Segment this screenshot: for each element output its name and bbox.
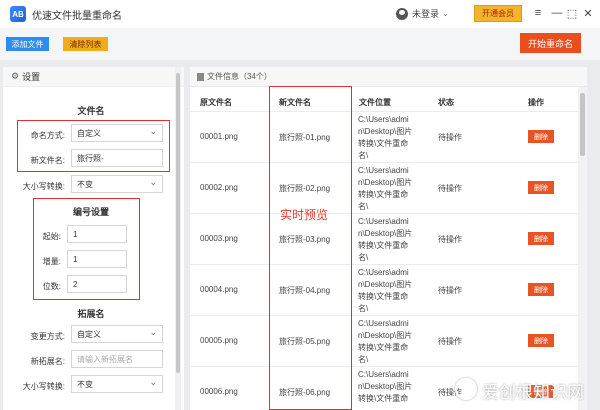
row-location-line: n\Desktop\图片 xyxy=(358,331,413,340)
row-status: 待操作 xyxy=(438,133,462,142)
filename-section-title: 文件名 xyxy=(77,106,105,116)
row-divider xyxy=(190,162,578,163)
row-location: C:\Users\admi n\Desktop\图片 转换\文件重命 名\ xyxy=(358,216,412,264)
row-location: C:\Users\admi n\Desktop\图片 转换\文件重命 名\ xyxy=(358,165,412,213)
file-panel: 文件信息（34个） 原文件名 新文件名 文件位置 状态 操作 00001.png… xyxy=(190,67,587,410)
row-location-line: n\Desktop\图片 xyxy=(358,229,413,238)
settings-panel: ⚙ 设置 文件名 命名方式: 自定义 新文件名: 旅行照- 大小写转换: 不变 … xyxy=(3,67,184,410)
close-icon[interactable]: ✕ xyxy=(580,5,596,21)
file-icon xyxy=(197,72,204,81)
settings-title: 设置 xyxy=(22,72,41,82)
watermark: 爱创根知识网 xyxy=(482,383,584,402)
row-location-line: n\Desktop\图片 xyxy=(358,127,413,136)
row-location-line: 名\ xyxy=(358,151,369,160)
ext-case-select[interactable]: 不变 xyxy=(71,375,163,393)
settings-scrollbar-thumb[interactable] xyxy=(176,73,180,373)
row-location-line: C:\Users\admi xyxy=(358,370,409,379)
row-original-name: 00003.png xyxy=(200,234,238,243)
ext-mode-select[interactable]: 自定义 xyxy=(71,325,163,343)
row-location-line: 转换\文件重命 xyxy=(358,394,409,403)
row-status: 待操作 xyxy=(438,286,462,295)
row-location: C:\Users\admi n\Desktop\图片 转换\文件重命 名\ xyxy=(358,114,412,162)
user-avatar-icon xyxy=(396,7,408,20)
row-location-line: 名\ xyxy=(358,202,369,211)
row-status: 待操作 xyxy=(438,184,462,193)
vip-button[interactable]: 开通会员 xyxy=(474,5,522,22)
login-status: 未登录 xyxy=(412,9,440,19)
col-original-name: 原文件名 xyxy=(200,98,232,107)
row-location-line: C:\Users\admi xyxy=(358,166,409,175)
toolbar: 添加文件 清除列表 开始重命名 xyxy=(0,28,600,60)
clear-list-button[interactable]: 清除列表 xyxy=(63,37,108,51)
preview-highlight-box xyxy=(269,86,352,410)
row-divider xyxy=(190,213,578,214)
row-location: C:\Users\admi n\Desktop\图片 转换\文件重命 名\ xyxy=(358,318,412,366)
row-divider xyxy=(190,264,578,265)
app-title: 优速文件批量重命名 xyxy=(32,10,122,22)
file-count: 文件信息（34个） xyxy=(207,72,272,81)
row-location-line: C:\Users\admi xyxy=(358,268,409,277)
new-ext-input[interactable]: 请输入新拓展名 xyxy=(71,350,163,368)
row-location-line: 转换\文件重命 xyxy=(358,139,409,148)
row-location-line: 转换\文件重命 xyxy=(358,292,409,301)
file-info-header: 文件信息（34个） xyxy=(190,67,587,87)
row-location-line: 转换\文件重命 xyxy=(358,241,409,250)
delete-button[interactable]: 删除 xyxy=(528,232,554,245)
ext-mode-label: 变更方式: xyxy=(30,332,65,341)
menu-icon[interactable]: ≡ xyxy=(530,5,546,21)
delete-button[interactable]: 删除 xyxy=(528,181,554,194)
file-list-scrollbar[interactable] xyxy=(578,87,587,410)
row-divider xyxy=(190,315,578,316)
gear-icon: ⚙ xyxy=(11,71,20,81)
row-location-line: n\Desktop\图片 xyxy=(358,178,413,187)
col-status: 状态 xyxy=(438,98,454,107)
delete-button[interactable]: 删除 xyxy=(528,130,554,143)
row-status: 待操作 xyxy=(438,337,462,346)
new-ext-label: 新拓展名: xyxy=(30,357,65,366)
row-location-line: n\Desktop\图片 xyxy=(358,382,413,391)
highlight-numbering-settings xyxy=(33,198,140,300)
row-status: 待操作 xyxy=(438,235,462,244)
delete-button[interactable]: 删除 xyxy=(528,334,554,347)
case-label: 大小写转换: xyxy=(22,182,65,191)
row-location-line: 转换\文件重命 xyxy=(358,190,409,199)
start-rename-button[interactable]: 开始重命名 xyxy=(520,33,581,53)
ext-case-label: 大小写转换: xyxy=(22,382,65,391)
minimize-icon[interactable]: — xyxy=(549,5,565,21)
row-location-line: C:\Users\admi xyxy=(358,115,409,124)
row-original-name: 00004.png xyxy=(200,285,238,294)
row-location-line: 名\ xyxy=(358,253,369,262)
delete-button[interactable]: 删除 xyxy=(528,283,554,296)
row-location-line: 名\ xyxy=(358,355,369,364)
settings-scrollbar[interactable] xyxy=(175,67,181,410)
chevron-down-icon: ⌄ xyxy=(442,9,449,18)
case-select[interactable]: 不变 xyxy=(71,175,163,193)
row-location: C:\Users\admi n\Desktop\图片 转换\文件重命 xyxy=(358,369,412,405)
row-original-name: 00006.png xyxy=(200,387,238,396)
preview-label: 实时预览 xyxy=(280,208,329,222)
row-original-name: 00005.png xyxy=(200,336,238,345)
maximize-icon[interactable]: ⬚ xyxy=(564,5,580,21)
highlight-filename-settings xyxy=(17,120,170,172)
watermark-logo-icon xyxy=(455,378,477,400)
add-files-button[interactable]: 添加文件 xyxy=(6,37,49,51)
title-bar: AB 优速文件批量重命名 未登录 ⌄ 开通会员 ≡ — ⬚ ✕ xyxy=(0,0,600,28)
row-location-line: C:\Users\admi xyxy=(358,319,409,328)
row-location: C:\Users\admi n\Desktop\图片 转换\文件重命 名\ xyxy=(358,267,412,315)
user-menu[interactable]: 未登录 ⌄ xyxy=(396,7,449,20)
col-action: 操作 xyxy=(528,98,544,107)
col-location: 文件位置 xyxy=(359,98,391,107)
settings-header: ⚙ 设置 xyxy=(3,67,184,87)
row-location-line: 名\ xyxy=(358,304,369,313)
file-list-scrollbar-thumb[interactable] xyxy=(580,93,585,156)
row-original-name: 00001.png xyxy=(200,132,238,141)
extension-section-title: 拓展名 xyxy=(77,309,105,319)
header-divider xyxy=(190,111,578,112)
row-original-name: 00002.png xyxy=(200,183,238,192)
row-divider xyxy=(190,366,578,367)
row-location-line: C:\Users\admi xyxy=(358,217,409,226)
app-logo-icon: AB xyxy=(10,6,26,22)
row-location-line: n\Desktop\图片 xyxy=(358,280,413,289)
row-location-line: 转换\文件重命 xyxy=(358,343,409,352)
